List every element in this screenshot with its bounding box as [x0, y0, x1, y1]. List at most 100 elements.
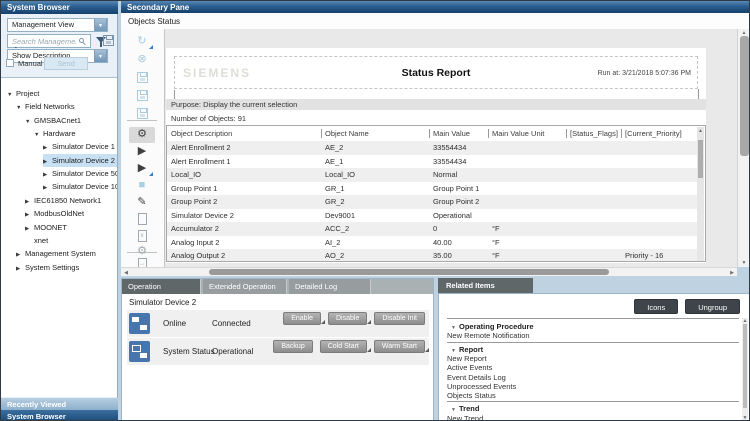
related-item-new-report[interactable]: New Report [447, 354, 739, 363]
cold-start-button[interactable]: Cold Start [320, 340, 367, 353]
run-icon[interactable]: ▶ [129, 144, 155, 160]
related-item-active-events[interactable]: Active Events [447, 363, 739, 372]
report-cell: 33554434 [429, 155, 488, 169]
related-item-new-trend[interactable]: New Trend [447, 414, 739, 421]
recently-viewed-tab[interactable]: Recently Viewed [1, 398, 118, 410]
related-group-title: Operating Procedure [459, 322, 534, 331]
objects-status-tab[interactable]: Objects Status [128, 17, 180, 26]
tree-item-simulator-device-1[interactable]: ▶Simulator Device 1 [43, 140, 115, 153]
tree-expanded-icon[interactable]: ▼ [7, 89, 16, 102]
table-scrollbar-thumb[interactable] [698, 140, 703, 178]
icons-button[interactable]: Icons [634, 299, 678, 314]
chevron-down-icon[interactable]: ▼ [94, 49, 107, 63]
tree-item-xnet[interactable]: xnet [25, 234, 48, 247]
manual-checkbox[interactable] [6, 59, 14, 67]
related-group-report[interactable]: ▼Report [447, 345, 739, 354]
report-cell: Group Point 2 [429, 195, 488, 209]
vertical-scrollbar[interactable]: ▲ ▼ [737, 29, 750, 267]
related-item-event-details-log[interactable]: Event Details Log [447, 373, 739, 382]
operation-row-label: Online [163, 319, 186, 328]
report-cell [566, 182, 621, 196]
save-all-icon[interactable] [129, 106, 155, 122]
tree-item-simulator-device-50[interactable]: ▶Simulator Device 50 [43, 167, 117, 180]
export-file-icon[interactable]: → [129, 257, 155, 267]
tree-item-simulator-device-2[interactable]: ▶Simulator Device 2 [43, 154, 117, 167]
report-cell: Operational [429, 209, 488, 223]
scroll-down-icon[interactable]: ▼ [738, 260, 750, 266]
warm-start-button[interactable]: Warm Start [374, 340, 425, 353]
disable-init-button[interactable]: Disable Init [374, 312, 425, 325]
horizontal-scrollbar-thumb[interactable] [209, 269, 609, 275]
enable-button[interactable]: Enable [283, 312, 321, 325]
horizontal-scrollbar[interactable]: ◀ ▶ [121, 267, 737, 276]
scroll-right-icon[interactable]: ▶ [729, 270, 735, 276]
report-cell [566, 236, 621, 250]
tree-expanded-icon[interactable]: ▼ [25, 116, 34, 129]
report-cell: AO_2 [321, 249, 429, 262]
tree-collapsed-icon[interactable]: ▶ [16, 263, 25, 276]
tab-related-items[interactable]: Related Items [438, 278, 533, 293]
tree-item-management-system[interactable]: ▶Management System [16, 247, 96, 260]
table-scrollbar[interactable]: ▲ [697, 127, 704, 261]
report-table-header: Object DescriptionObject NameMain ValueM… [167, 126, 698, 141]
report-cell: GR_1 [321, 182, 429, 196]
related-group-trend[interactable]: ▼Trend [447, 404, 739, 413]
tree-item-gmsbacnet1[interactable]: ▼GMSBACnet1 [25, 114, 81, 127]
report-cell: 35.00 [429, 249, 488, 262]
report-cell [488, 141, 566, 155]
tab-operation[interactable]: Operation [122, 279, 201, 294]
report-cell: °F [488, 249, 566, 262]
report-row: Simulator Device 2Dev9001Operational [167, 209, 698, 223]
backup-button[interactable]: Backup [273, 340, 312, 353]
save-view-icon[interactable] [103, 35, 114, 46]
tree-item-iec61850-network1[interactable]: ▶IEC61850 Network1 [25, 194, 101, 207]
related-item-new-remote-notification[interactable]: New Remote Notification [447, 331, 739, 340]
tree-item-hardware[interactable]: ▼Hardware [34, 127, 76, 140]
send-button[interactable]: Send [44, 57, 88, 70]
related-items-scrollbar[interactable]: ▲ ▼ [742, 318, 748, 421]
report-cell: Local_IO [321, 168, 429, 182]
system-browser-tab[interactable]: System Browser [1, 410, 118, 421]
export-excel-icon[interactable]: x [129, 229, 155, 245]
related-item-objects-status[interactable]: Objects Status [447, 391, 739, 400]
disable-button[interactable]: Disable [328, 312, 367, 325]
report-cell: Analog Input 2 [167, 236, 321, 250]
run-options-icon[interactable]: ▶ [129, 161, 155, 177]
ungroup-button[interactable]: Ungroup [685, 299, 740, 314]
view-select-dropdown[interactable]: Management View ▼ [7, 18, 108, 32]
tab-detailed-log[interactable]: Detailed Log [289, 279, 371, 294]
run-report-icon[interactable]: ↻ [129, 34, 155, 50]
report-cell [488, 209, 566, 223]
save-icon[interactable] [129, 70, 155, 86]
tree-expanded-icon[interactable]: ▼ [34, 129, 43, 142]
vertical-scrollbar-thumb[interactable] [740, 36, 749, 156]
report-cell: Normal [429, 168, 488, 182]
cancel-icon[interactable]: ⊗ [129, 52, 155, 68]
scroll-up-icon[interactable]: ▲ [697, 128, 704, 134]
related-items-scrollbar-thumb[interactable] [743, 324, 747, 408]
tab-extended-operation[interactable]: Extended Operation [203, 279, 287, 294]
report-header-box: SIEMENS Status Report Run at: 3/21/2018 … [174, 56, 698, 89]
tree-item-simulator-device-100[interactable]: ▶Simulator Device 100 [43, 180, 117, 193]
tree-item-field-networks[interactable]: ▼Field Networks [16, 100, 75, 113]
report-cell [621, 195, 698, 209]
settings-icon[interactable]: ⚙ [129, 127, 155, 143]
scroll-left-icon[interactable]: ◀ [123, 270, 129, 276]
report-page: SIEMENS Status Report Run at: 3/21/2018 … [166, 48, 706, 263]
column-header-main-value-unit: Main Value Unit [488, 126, 566, 141]
related-group-operating-procedure[interactable]: ▼Operating Procedure [447, 322, 739, 331]
tree-item-moonet[interactable]: ▶MOONET [25, 221, 67, 234]
tree-item-system-settings[interactable]: ▶System Settings [16, 261, 79, 274]
stop-icon[interactable]: ■ [129, 178, 155, 194]
tree-expanded-icon[interactable]: ▼ [16, 102, 25, 115]
chevron-down-icon[interactable]: ▼ [94, 18, 107, 32]
tree-item-modbusoldnet[interactable]: ▶ModbusOldNet [25, 207, 84, 220]
edit-icon[interactable]: ✎ [129, 195, 155, 211]
related-item-unprocessed-events[interactable]: Unprocessed Events [447, 382, 739, 391]
search-input[interactable] [8, 35, 76, 47]
tree-item-project[interactable]: ▼Project [7, 87, 39, 100]
save-as-icon[interactable] [129, 88, 155, 104]
secondary-pane-header [121, 13, 750, 29]
export-pdf-icon[interactable] [129, 212, 155, 228]
scroll-down-icon[interactable]: ▼ [742, 415, 748, 421]
